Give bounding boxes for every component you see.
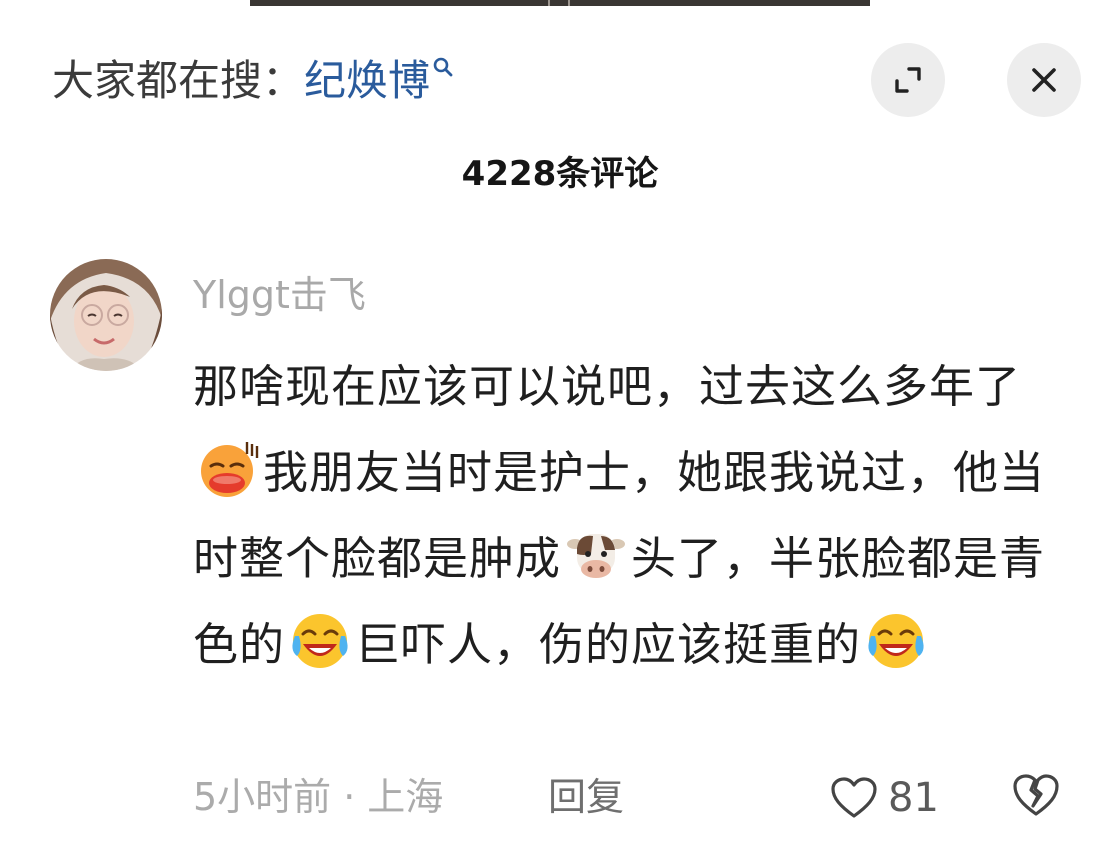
search-suggestion-prefix: 大家都在搜： (52, 56, 305, 105)
expand-icon (895, 67, 921, 93)
search-suggestion-term[interactable]: 纪焕博 (304, 56, 430, 105)
comment-text-part: 那啥现在应该可以说吧，过去这么多年了 (193, 360, 1022, 413)
avatar[interactable] (50, 259, 162, 371)
meta-separator: · (343, 775, 356, 819)
comment-text-part: 巨吓人，伤的应该挺重的 (355, 618, 862, 671)
dislike-button[interactable] (1011, 772, 1061, 822)
comment-count-title: 4228条评论 (461, 154, 659, 194)
heart-icon (831, 777, 877, 818)
sweat-smile-emoji (197, 438, 259, 500)
expand-button[interactable] (871, 43, 945, 117)
like-button[interactable]: 81 (830, 772, 939, 824)
crying-laugh-emoji (865, 610, 927, 672)
comment-location: 上海 (367, 775, 444, 819)
comment-text: 那啥现在应该可以说吧，过去这么多年了 我朋友当时是护士，她跟我说过，他当时整个脸… (193, 344, 1073, 688)
search-suggestion[interactable]: 大家都在搜：纪焕博 (52, 54, 454, 108)
crying-laugh-emoji (289, 610, 351, 672)
reply-button[interactable]: 回复 (548, 771, 624, 823)
comment-username[interactable]: Ylggt击飞 (193, 270, 366, 320)
broken-heart-icon (1013, 774, 1059, 816)
comment-meta: 5小时前 · 上海 (193, 771, 443, 823)
comment-panel: 大家都在搜：纪焕博 4228条评论 Ylggt击飞 那啥现在应该可以说吧，过去这… (0, 6, 1120, 843)
comment-time: 5小时前 (193, 775, 332, 819)
cow-face-emoji (565, 524, 627, 586)
search-icon (432, 56, 454, 78)
like-count: 81 (888, 775, 939, 821)
close-icon (1032, 68, 1056, 92)
close-button[interactable] (1007, 43, 1081, 117)
